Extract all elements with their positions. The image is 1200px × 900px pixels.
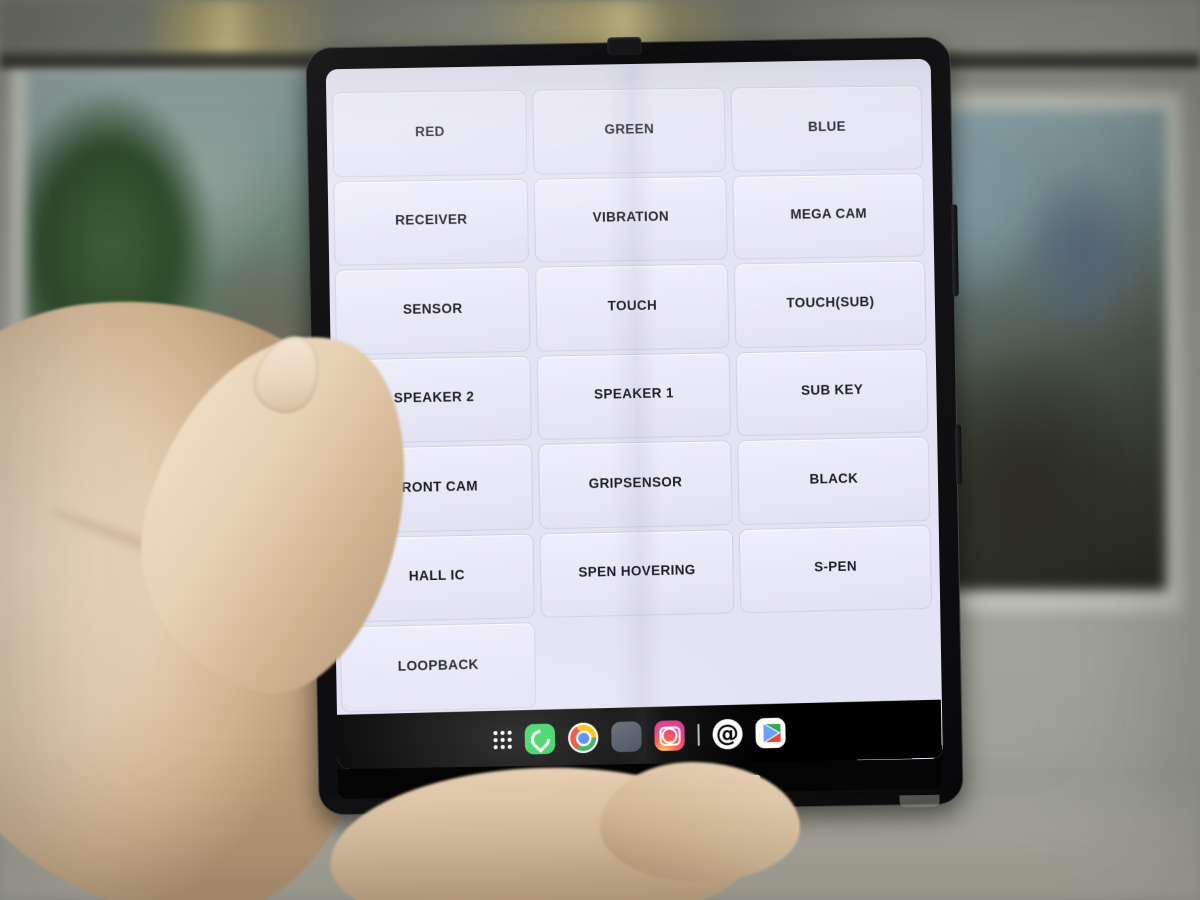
test-button-blue[interactable]: BLUE [730,85,924,172]
test-button-label: BLACK [809,470,859,487]
test-button-gripsensor[interactable]: GRIPSENSOR [538,440,733,529]
test-button-label: GREEN [604,120,655,137]
test-button-touch[interactable]: TOUCH [535,263,730,352]
threads-icon[interactable]: @ [712,718,743,750]
power-button[interactable] [955,424,963,485]
test-button-label: HALL IC [408,567,465,584]
test-button-label: TOUCH(SUB) [786,293,875,311]
phone-icon[interactable] [524,723,556,755]
test-button-green[interactable]: GREEN [532,87,727,175]
test-button-mega-cam[interactable]: MEGA CAM [732,172,925,260]
screen-ui-layer: RED GREEN BLUE RECEIVER VIBRATION MEGA C… [326,61,943,770]
dock-divider [697,723,700,746]
test-button-label: SUB KEY [800,382,864,399]
test-button-sub-key[interactable]: SUB KEY [735,348,929,437]
grid-empty-cell [541,617,736,707]
test-button-spen-hovering[interactable]: SPEN HOVERING [539,528,735,618]
test-button-label: MEGA CAM [790,206,868,223]
test-button-label: FRONT CAM [392,478,479,495]
threads-glyph: @ [715,720,740,748]
test-button-red[interactable]: RED [332,89,528,177]
play-store-icon[interactable] [755,717,786,749]
test-button-label: RECEIVER [394,211,468,228]
hinge-notch [607,36,642,56]
folder-icon[interactable] [611,721,643,753]
test-button-label: VIBRATION [592,208,670,225]
test-button-s-pen[interactable]: S-PEN [738,524,933,614]
apps-grid-icon[interactable] [493,730,513,750]
test-button-vibration[interactable]: VIBRATION [533,175,728,263]
test-button-black[interactable]: BLACK [737,436,931,525]
test-button-label: RED [414,123,445,140]
test-button-sensor[interactable]: SENSOR [334,266,531,355]
test-button-label: SENSOR [402,300,463,317]
bottom-cutout [899,794,940,808]
test-button-label: BLUE [807,118,846,134]
test-button-label: SPEAKER 1 [593,385,674,403]
test-button-loopback[interactable]: LOOPBACK [339,622,537,713]
hardware-test-grid: RED GREEN BLUE RECEIVER VIBRATION MEGA C… [326,81,941,713]
photo-scene: RED GREEN BLUE RECEIVER VIBRATION MEGA C… [0,0,1200,900]
test-button-label: SPEAKER 2 [393,389,475,406]
test-button-label: LOOPBACK [397,656,479,674]
test-button-label: SPEN HOVERING [578,562,696,581]
grid-empty-cell [740,613,934,702]
test-button-speaker-1[interactable]: SPEAKER 1 [536,351,732,440]
test-button-label: TOUCH [607,297,658,314]
test-button-label: GRIPSENSOR [588,473,683,491]
foldable-phone-device: RED GREEN BLUE RECEIVER VIBRATION MEGA C… [305,36,964,816]
instagram-icon[interactable] [654,720,686,752]
device-screen: RED GREEN BLUE RECEIVER VIBRATION MEGA C… [325,58,943,770]
test-button-label: S-PEN [814,558,858,575]
test-button-touch-sub[interactable]: TOUCH(SUB) [733,260,927,348]
test-button-receiver[interactable]: RECEIVER [333,178,529,266]
chrome-icon[interactable] [568,722,599,754]
